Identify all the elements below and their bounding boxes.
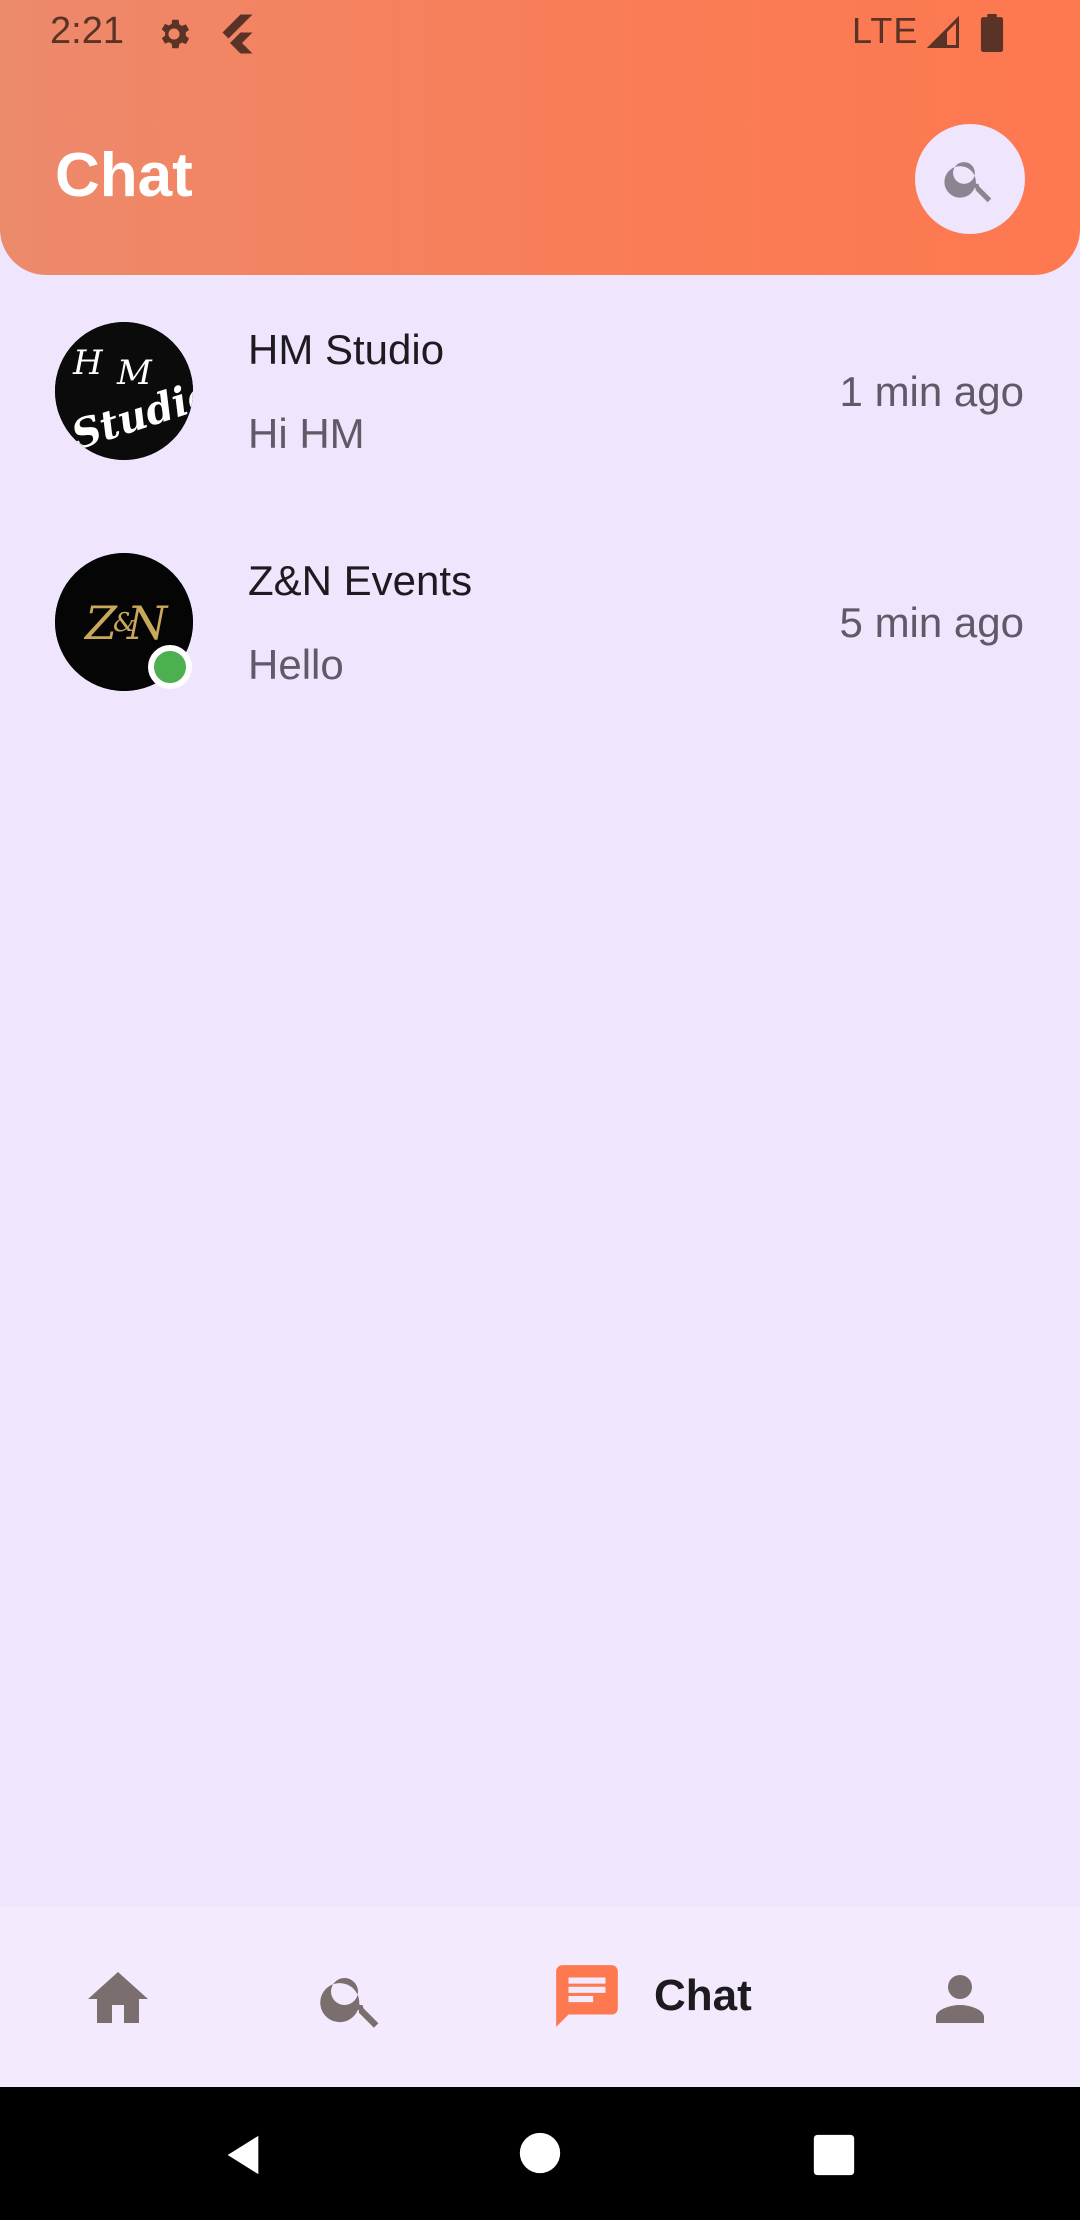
- system-navigation-bar: [0, 2087, 1080, 2220]
- online-status-indicator: [148, 645, 192, 689]
- chat-timestamp: 5 min ago: [839, 599, 1024, 646]
- chat-name: Z&N Events: [248, 557, 473, 604]
- nav-home[interactable]: [82, 1963, 154, 2035]
- battery-icon: [980, 14, 1004, 52]
- flutter-icon: [222, 14, 253, 54]
- chat-row-hm-studio[interactable]: H M Studio HM Studio Hi HM 1 min ago: [0, 290, 1080, 490]
- back-icon[interactable]: [220, 2132, 266, 2178]
- nav-search[interactable]: [316, 1963, 388, 2035]
- nav-chat-label: Chat: [654, 1971, 752, 2020]
- home-icon: [88, 1972, 148, 2023]
- header-search-button[interactable]: [915, 124, 1025, 234]
- chat-name: HM Studio: [248, 326, 445, 373]
- svg-text:N: N: [126, 596, 169, 650]
- page-title: Chat: [55, 141, 193, 210]
- home-circle-icon[interactable]: [518, 2131, 562, 2175]
- chat-icon: [556, 1965, 618, 2027]
- chat-screen: 2:21 LTE Chat H M Studio HM Studio Hi HM…: [0, 0, 1080, 2220]
- chat-row-zn-events[interactable]: Z & N Z&N Events Hello 5 min ago: [0, 521, 1080, 721]
- svg-text:H: H: [72, 343, 104, 383]
- status-bar: 2:21 LTE: [0, 0, 1080, 66]
- hm-studio-logo: H M Studio: [55, 322, 193, 460]
- app-header: 2:21 LTE Chat: [0, 0, 1080, 275]
- chat-last-message: Hello: [248, 641, 344, 688]
- chat-last-message: Hi HM: [248, 410, 365, 457]
- recents-icon[interactable]: [812, 2133, 856, 2177]
- chat-timestamp: 1 min ago: [839, 368, 1024, 415]
- person-icon: [936, 1975, 984, 2023]
- bottom-navigation: Chat: [0, 1907, 1080, 2087]
- signal-icon: [926, 15, 959, 48]
- avatar-hm-studio: H M Studio: [55, 322, 193, 460]
- status-time: 2:21: [50, 10, 124, 52]
- nav-chat[interactable]: Chat: [550, 1959, 752, 2033]
- network-type: LTE: [852, 10, 919, 51]
- svg-text:M: M: [116, 353, 153, 393]
- gear-icon: [161, 19, 190, 49]
- search-icon: [320, 1978, 379, 2028]
- search-icon: [944, 162, 992, 203]
- nav-profile[interactable]: [924, 1963, 996, 2035]
